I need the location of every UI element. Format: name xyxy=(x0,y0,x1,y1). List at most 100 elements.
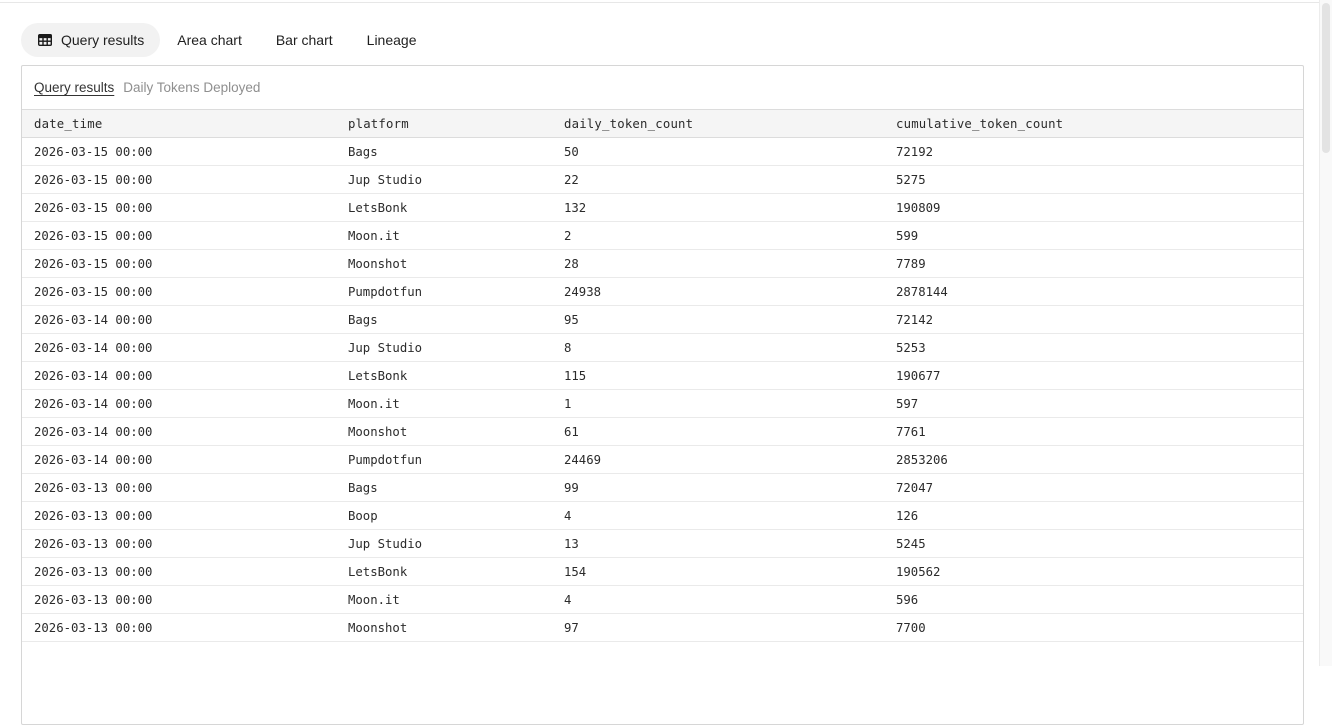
table-row: 2026-03-14 00:00Moon.it1597 xyxy=(22,390,1303,418)
table-cell: 72192 xyxy=(884,138,1303,166)
panel-title-link[interactable]: Query results xyxy=(34,80,114,95)
table-cell: Jup Studio xyxy=(336,530,552,558)
table-cell: 7761 xyxy=(884,418,1303,446)
table-cell: 115 xyxy=(552,362,884,390)
tab-area-chart[interactable]: Area chart xyxy=(160,23,259,57)
table-cell: 2026-03-14 00:00 xyxy=(22,446,336,474)
table-cell: 4 xyxy=(552,586,884,614)
table-cell: 28 xyxy=(552,250,884,278)
panel-header: Query results Daily Tokens Deployed xyxy=(22,66,1303,109)
view-tabbar: Query results Area chart Bar chart Linea… xyxy=(21,23,1304,57)
table-cell: Moon.it xyxy=(336,586,552,614)
table-cell: LetsBonk xyxy=(336,194,552,222)
table-row: 2026-03-13 00:00Moon.it4596 xyxy=(22,586,1303,614)
tab-label: Area chart xyxy=(177,32,242,48)
table-cell: 2026-03-13 00:00 xyxy=(22,614,336,642)
table-cell: 97 xyxy=(552,614,884,642)
main-content: Query results Area chart Bar chart Linea… xyxy=(0,0,1332,725)
table-cell: Moon.it xyxy=(336,390,552,418)
panel-subtitle: Daily Tokens Deployed xyxy=(123,80,260,95)
table-row: 2026-03-15 00:00Pumpdotfun249382878144 xyxy=(22,278,1303,306)
tab-label: Bar chart xyxy=(276,32,333,48)
table-header: date_time platform daily_token_count cum… xyxy=(22,110,1303,138)
table-row: 2026-03-15 00:00Jup Studio225275 xyxy=(22,166,1303,194)
tab-query-results[interactable]: Query results xyxy=(21,23,160,57)
table-row: 2026-03-14 00:00Moonshot617761 xyxy=(22,418,1303,446)
table-cell: 95 xyxy=(552,306,884,334)
table-cell: 190562 xyxy=(884,558,1303,586)
tab-lineage[interactable]: Lineage xyxy=(350,23,434,57)
table-cell: 2026-03-14 00:00 xyxy=(22,418,336,446)
table-cell: 5253 xyxy=(884,334,1303,362)
table-row: 2026-03-14 00:00Pumpdotfun244692853206 xyxy=(22,446,1303,474)
column-header-platform: platform xyxy=(336,110,552,138)
table-cell: 2026-03-15 00:00 xyxy=(22,278,336,306)
table-cell: 4 xyxy=(552,502,884,530)
table-cell: 1 xyxy=(552,390,884,418)
query-results-panel: Query results Daily Tokens Deployed date… xyxy=(21,65,1304,725)
table-cell: 7789 xyxy=(884,250,1303,278)
table-cell: 2026-03-13 00:00 xyxy=(22,558,336,586)
table-cell: 8 xyxy=(552,334,884,362)
table-row: 2026-03-14 00:00Bags9572142 xyxy=(22,306,1303,334)
table-cell: Bags xyxy=(336,306,552,334)
table-cell: 2026-03-15 00:00 xyxy=(22,250,336,278)
table-cell: Moon.it xyxy=(336,222,552,250)
table-cell: 13 xyxy=(552,530,884,558)
table-cell: 597 xyxy=(884,390,1303,418)
table-cell: 599 xyxy=(884,222,1303,250)
tab-bar-chart[interactable]: Bar chart xyxy=(259,23,350,57)
table-cell: 22 xyxy=(552,166,884,194)
column-header-date-time: date_time xyxy=(22,110,336,138)
column-header-cumulative-token-count: cumulative_token_count xyxy=(884,110,1303,138)
scrollbar-thumb[interactable] xyxy=(1322,3,1330,153)
table-cell: 126 xyxy=(884,502,1303,530)
table-cell: 2026-03-13 00:00 xyxy=(22,474,336,502)
table-row: 2026-03-15 00:00Moonshot287789 xyxy=(22,250,1303,278)
table-cell: Pumpdotfun xyxy=(336,278,552,306)
table-cell: 24938 xyxy=(552,278,884,306)
table-cell: 7700 xyxy=(884,614,1303,642)
table-cell: LetsBonk xyxy=(336,362,552,390)
table-cell: 2026-03-14 00:00 xyxy=(22,362,336,390)
table-cell: 99 xyxy=(552,474,884,502)
table-cell: 2026-03-13 00:00 xyxy=(22,502,336,530)
table-row: 2026-03-13 00:00Boop4126 xyxy=(22,502,1303,530)
table-row: 2026-03-13 00:00Bags9972047 xyxy=(22,474,1303,502)
table-cell: Moonshot xyxy=(336,418,552,446)
table-cell: 72142 xyxy=(884,306,1303,334)
table-row: 2026-03-13 00:00Jup Studio135245 xyxy=(22,530,1303,558)
column-header-daily-token-count: daily_token_count xyxy=(552,110,884,138)
table-cell: 2853206 xyxy=(884,446,1303,474)
table-cell: 2 xyxy=(552,222,884,250)
table-cell: 190677 xyxy=(884,362,1303,390)
table-row: 2026-03-15 00:00LetsBonk132190809 xyxy=(22,194,1303,222)
table-cell: 2026-03-14 00:00 xyxy=(22,306,336,334)
table-cell: Bags xyxy=(336,474,552,502)
table-cell: 5245 xyxy=(884,530,1303,558)
table-body: 2026-03-15 00:00Bags50721922026-03-15 00… xyxy=(22,138,1303,642)
table-row: 2026-03-14 00:00LetsBonk115190677 xyxy=(22,362,1303,390)
table-cell: 190809 xyxy=(884,194,1303,222)
table-cell: 2026-03-13 00:00 xyxy=(22,586,336,614)
table-cell: 2026-03-15 00:00 xyxy=(22,194,336,222)
table-row: 2026-03-15 00:00Moon.it2599 xyxy=(22,222,1303,250)
tab-label: Lineage xyxy=(367,32,417,48)
table-cell: 2026-03-15 00:00 xyxy=(22,138,336,166)
table-cell: 132 xyxy=(552,194,884,222)
table-cell: Bags xyxy=(336,138,552,166)
table-cell: Boop xyxy=(336,502,552,530)
table-cell: 5275 xyxy=(884,166,1303,194)
table-cell: 2026-03-13 00:00 xyxy=(22,530,336,558)
table-cell: Pumpdotfun xyxy=(336,446,552,474)
table-cell: 154 xyxy=(552,558,884,586)
table-cell: 2026-03-14 00:00 xyxy=(22,390,336,418)
table-cell: 72047 xyxy=(884,474,1303,502)
table-icon xyxy=(37,32,53,48)
table-cell: 2026-03-15 00:00 xyxy=(22,222,336,250)
vertical-scrollbar[interactable] xyxy=(1319,0,1332,666)
table-cell: 596 xyxy=(884,586,1303,614)
table-cell: 2026-03-15 00:00 xyxy=(22,166,336,194)
table-cell: Moonshot xyxy=(336,250,552,278)
results-table: date_time platform daily_token_count cum… xyxy=(22,109,1303,642)
